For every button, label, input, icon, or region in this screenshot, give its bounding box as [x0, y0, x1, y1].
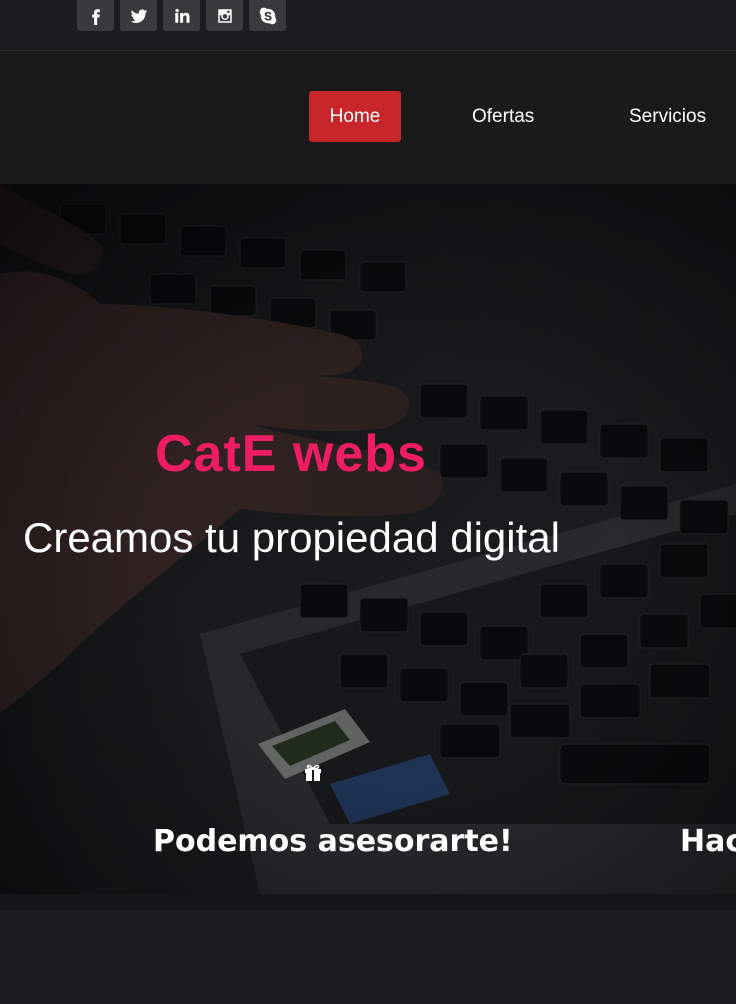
skype-icon	[259, 7, 276, 24]
linkedin-icon	[174, 8, 189, 23]
facebook-button[interactable]	[77, 0, 114, 31]
linkedin-button[interactable]	[163, 0, 200, 31]
section-divider	[0, 894, 736, 910]
twitter-icon	[130, 8, 147, 23]
hero-subtitle: Creamos tu propiedad digital	[23, 514, 560, 561]
instagram-button[interactable]	[206, 0, 243, 31]
hero-section: CatE webs Creamos tu propiedad digital P…	[0, 184, 736, 894]
gift-icon	[305, 764, 321, 781]
hero-title: CatE webs	[155, 425, 427, 483]
social-links	[77, 0, 286, 31]
nav-servicios[interactable]: Servicios	[629, 91, 706, 142]
page-bottom	[0, 894, 736, 1004]
skype-button[interactable]	[249, 0, 286, 31]
nav-home[interactable]: Home	[309, 91, 401, 142]
top-bar	[0, 0, 736, 51]
facebook-icon	[91, 8, 100, 25]
feature-title-asesorarte: Podemos asesorarte!	[153, 824, 513, 859]
feature-title-next: Hac	[680, 824, 736, 859]
nav-ofertas[interactable]: Ofertas	[472, 91, 534, 142]
instagram-icon	[217, 8, 232, 23]
main-navbar: Home Ofertas Servicios	[0, 51, 736, 184]
twitter-button[interactable]	[120, 0, 157, 31]
